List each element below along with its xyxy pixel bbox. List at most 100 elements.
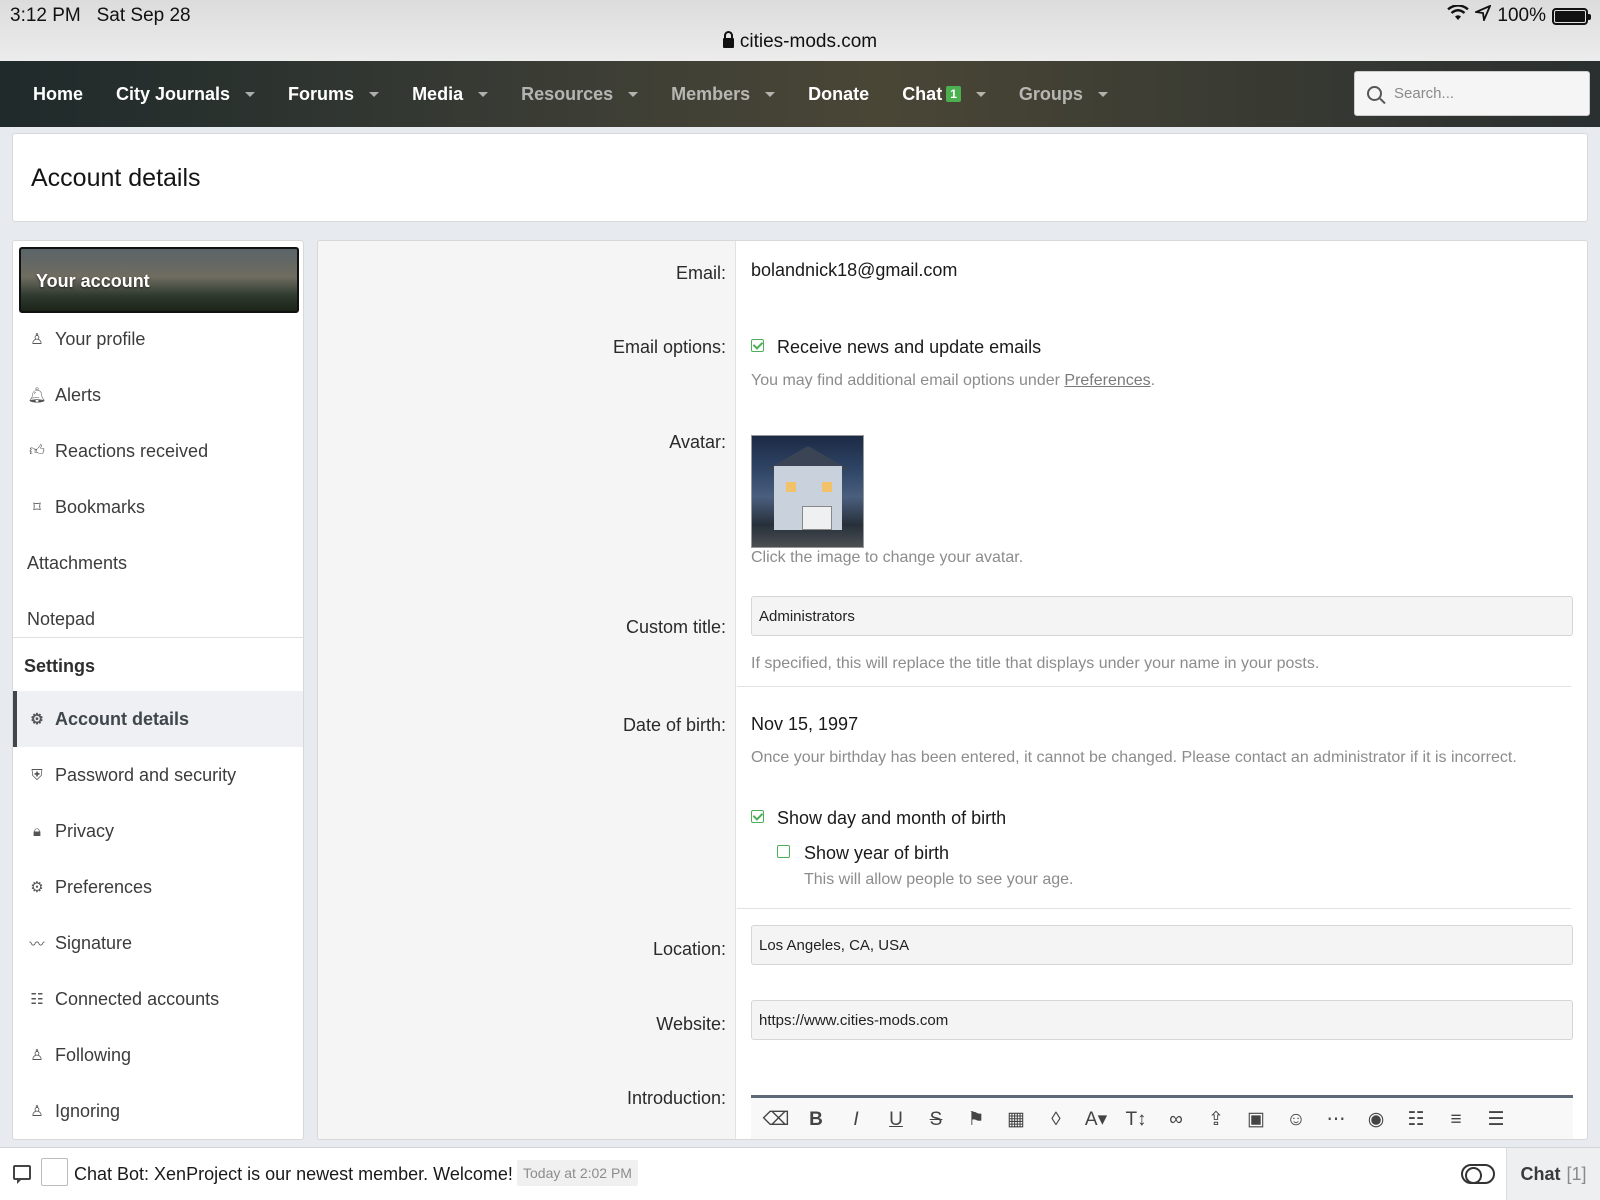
nav-item-home[interactable]: Home [0,84,83,105]
introduction-editor-toolbar: ⌫ B I U S ⚑ ▦ ◊ A▾ T↕ ∞ ⇪ ▣ ☺ ⋯ ◉ ☷ ≡ ☰ [751,1095,1573,1139]
list-icon[interactable]: ☰ [1479,1105,1513,1135]
strikethrough-icon[interactable]: S [919,1105,953,1135]
avatar-image[interactable] [751,435,864,548]
sidebar-item-your-profile[interactable]: ♙ Your profile [13,311,303,367]
sidebar-item-label: Connected accounts [55,988,220,1009]
chevron-down-icon[interactable] [628,91,639,97]
chevron-down-icon[interactable] [478,91,489,97]
chevron-down-icon[interactable] [1097,91,1108,97]
image-icon[interactable]: ▣ [1239,1105,1273,1135]
avatar-hint: Click the image to change your avatar. [751,549,1024,566]
account-form: Email: bolandnick18@gmail.com Email opti… [317,240,1588,1140]
sidebar-item-bookmarks[interactable]: ⌑ Bookmarks [13,479,303,535]
chat-toggle-icon[interactable] [1461,1164,1495,1184]
font-color-icon[interactable]: A▾ [1079,1105,1113,1135]
nav-item-label: Donate [808,83,870,104]
sidebar-item-preferences[interactable]: ⚙ Preferences [13,859,303,915]
align-icon[interactable]: ≡ [1439,1105,1473,1135]
sidebar-item-label: Attachments [27,552,128,573]
camera-icon[interactable]: ◉ [1359,1105,1393,1135]
settings-heading: Settings [13,637,303,689]
status-indicators: 100% [1447,4,1591,27]
chat-message: Chat Bot: XenProject is our newest membe… [74,1164,513,1184]
form-label-column [318,241,736,1139]
preferences-link[interactable]: Preferences [1064,372,1150,389]
url-text: cities-mods.com [739,31,878,52]
cogs-icon: ⚙ [30,879,44,896]
droplet-icon[interactable]: ◊ [1039,1105,1073,1135]
eraser-icon[interactable]: ⌫ [759,1105,793,1135]
more-icon[interactable]: ⋯ [1319,1105,1353,1135]
bell-icon: 🔔︎ [27,387,47,404]
email-news-checkbox-label[interactable]: Receive news and update emails [777,337,1041,358]
sidebar-item-password-and-security[interactable]: ⛨ Password and security [13,747,303,803]
chevron-down-icon[interactable] [245,91,256,97]
nav-item-city-journals[interactable]: City Journals [83,83,256,105]
sidebar-item-following[interactable]: ♙ Following [13,1027,303,1083]
chevron-down-icon[interactable] [369,91,380,97]
website-input[interactable]: https://www.cities-mods.com [751,1000,1573,1040]
users-icon: ☷ [30,991,44,1008]
flag-icon[interactable]: ⚑ [959,1105,993,1135]
user-cog-icon: ⚙ [30,711,44,728]
upload-icon[interactable]: ⇪ [1199,1105,1233,1135]
search-placeholder: Search... [1394,85,1455,102]
address-bar[interactable]: cities-mods.com [0,31,1600,53]
custom-title-input[interactable]: Administrators [751,596,1573,636]
sidebar-item-account-details[interactable]: ⚙ Account details [13,691,303,747]
italic-icon[interactable]: I [839,1105,873,1135]
show-day-month-checkbox[interactable] [751,810,764,823]
location-input[interactable]: Los Angeles, CA, USA [751,925,1573,965]
smiley-icon[interactable]: ☺ [1279,1105,1313,1135]
sidebar-item-label: Privacy [55,820,115,841]
nav-item-label: Home [33,83,84,104]
shield-icon: ⛨ [31,766,43,784]
chevron-down-icon[interactable] [765,91,776,97]
text-size-icon[interactable]: T↕ [1119,1105,1153,1135]
sidebar-item-attachments[interactable]: Attachments [13,535,303,591]
search-input[interactable]: Search... [1354,71,1590,116]
nav-item-chat[interactable]: Chat 1 [869,84,986,105]
chat-button[interactable]: Chat [1] [1506,1148,1600,1200]
nav-item-media[interactable]: Media [379,84,489,105]
chevron-down-icon[interactable] [975,91,986,97]
nav-item-label: Members [671,83,751,104]
custom-title-hint: If specified, this will replace the titl… [751,655,1320,672]
dob-label: Date of birth: [622,715,726,735]
sidebar-item-signature[interactable]: 〰 Signature [13,915,303,971]
sidebar-item-privacy[interactable]: 🔒︎ Privacy [13,803,303,859]
nav-item-donate[interactable]: Donate [775,84,869,105]
link-icon[interactable]: ∞ [1159,1105,1193,1135]
underline-icon[interactable]: U [879,1105,913,1135]
sidebar-item-alerts[interactable]: 🔔︎ Alerts [13,367,303,423]
show-day-month-label[interactable]: Show day and month of birth [777,808,1006,829]
email-options-hint: You may find additional email options un… [751,372,1156,389]
nav-item-groups[interactable]: Groups [986,84,1108,105]
ios-status-bar: 3:12 PM Sat Sep 28 100% cities-mods.com [0,0,1600,61]
nav-item-label: Forums [288,83,355,104]
nav-item-label: City Journals [116,83,231,104]
show-year-checkbox[interactable] [777,845,790,858]
chat-bubble-icon[interactable] [13,1165,31,1184]
page-title: Account details [31,164,201,192]
sidebar-item-label: Following [55,1044,132,1065]
checkered-flag-icon[interactable]: ▦ [999,1105,1033,1135]
sidebar-item-label: Account details [55,708,190,729]
bold-icon[interactable]: B [799,1105,833,1135]
sidebar-item-connected-accounts[interactable]: ☷ Connected accounts [13,971,303,1027]
sidebar-header-your-account[interactable]: Your account [19,247,299,313]
email-news-checkbox[interactable] [751,339,764,352]
nav-item-resources[interactable]: Resources [488,84,639,105]
nav-item-members[interactable]: Members [638,83,776,105]
sidebar-item-label: Reactions received [55,440,209,461]
chat-bar: Chat Bot: XenProject is our newest membe… [0,1147,1600,1200]
show-year-label[interactable]: Show year of birth [804,843,949,864]
avatar-label: Avatar: [669,432,726,452]
sidebar-item-ignoring[interactable]: ♙ Ignoring [13,1083,303,1139]
nav-item-forums[interactable]: Forums [255,83,380,105]
sidebar-item-label: Preferences [55,876,153,897]
location-label: Location: [652,939,726,959]
sidebar-item-label: Alerts [55,384,102,405]
sidebar-item-reactions-received[interactable]: 👍︎ Reactions received [13,423,303,479]
users-icon[interactable]: ☷ [1399,1105,1433,1135]
